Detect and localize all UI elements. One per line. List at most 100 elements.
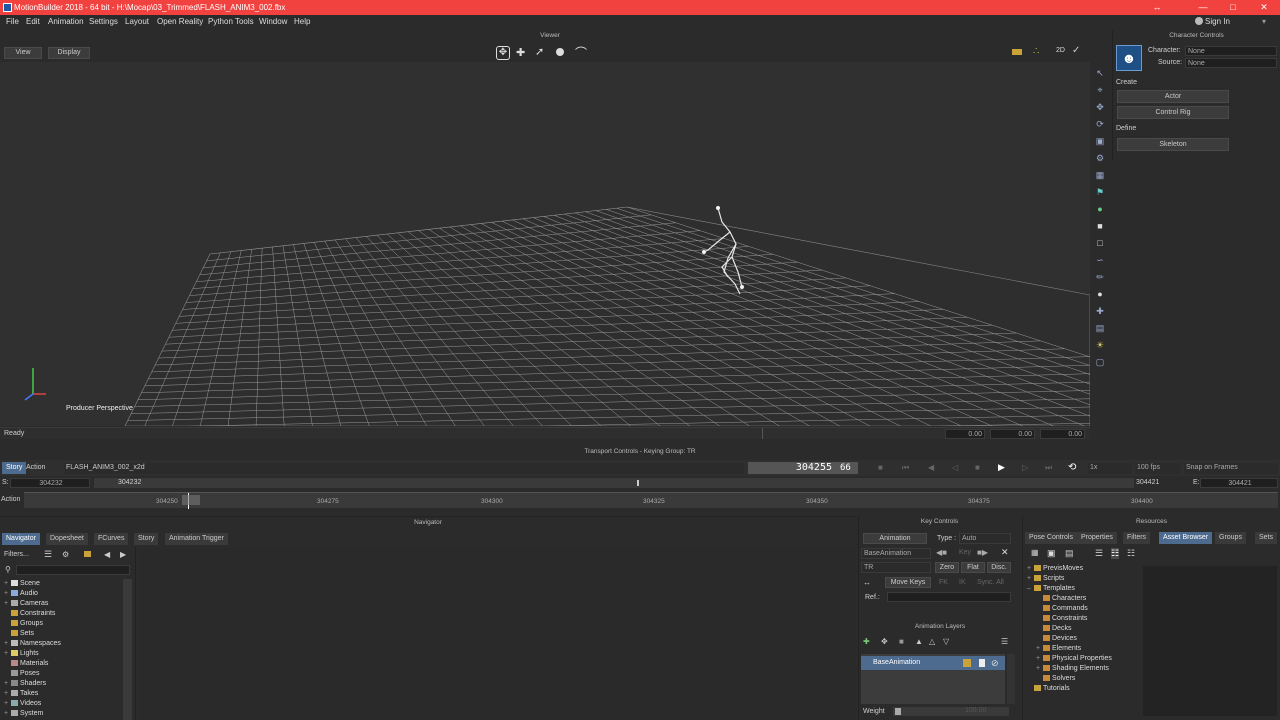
filters-button[interactable]: Filters... xyxy=(4,551,29,558)
camera-icon[interactable]: ▤ xyxy=(1095,323,1105,333)
tree-item-scene[interactable]: + Scene xyxy=(4,579,122,589)
view-menu-button[interactable]: View xyxy=(4,47,42,59)
box-icon[interactable]: □ xyxy=(1095,238,1105,248)
navigator-scrollbar[interactable] xyxy=(123,579,132,720)
sphere-icon[interactable]: ● xyxy=(1095,289,1105,299)
layer-down-icon[interactable]: ▽ xyxy=(943,637,949,646)
scale-icon[interactable]: ▣ xyxy=(1095,136,1105,146)
list-view-icon[interactable]: ☰ xyxy=(1095,548,1103,559)
split-view-icon[interactable]: ▤ xyxy=(1065,548,1074,559)
path-icon[interactable]: ∴ xyxy=(1033,46,1039,57)
actor-button[interactable]: Actor xyxy=(1117,90,1229,103)
range-slider[interactable]: 304232 304421 xyxy=(94,478,1159,488)
filter-icon[interactable]: ⚙ xyxy=(62,550,69,559)
light-icon[interactable]: ☀ xyxy=(1095,340,1105,350)
tree-view-icon[interactable]: ▦ xyxy=(1031,548,1039,557)
arrow-left-icon[interactable]: ◀ xyxy=(104,550,110,559)
minimize-button[interactable]: — xyxy=(1196,1,1210,13)
play-icon[interactable]: ▶ xyxy=(998,462,1005,473)
asset-item-elements[interactable]: + Elements xyxy=(1027,644,1137,654)
asset-item-previsMoves[interactable]: + PrevisMoves xyxy=(1027,564,1137,574)
step-back-icon[interactable]: ◀ xyxy=(928,463,934,472)
keying-group-select[interactable]: TR xyxy=(861,562,931,573)
lock-icon[interactable] xyxy=(963,659,971,667)
layer-menu-icon[interactable]: ☰ xyxy=(1001,637,1008,646)
frame-icon[interactable]: ▢ xyxy=(1095,357,1105,367)
menu-file[interactable]: File xyxy=(6,17,19,26)
asset-item-characters[interactable]: Characters xyxy=(1027,594,1137,604)
navigator-search-input[interactable] xyxy=(16,565,130,575)
asset-item-constraints[interactable]: Constraints xyxy=(1027,614,1137,624)
move-camera-icon[interactable]: ✚ xyxy=(516,46,525,59)
story-tab[interactable]: Story xyxy=(2,462,28,474)
tab-pose-controls[interactable]: Pose Controls xyxy=(1025,532,1078,544)
zero-button[interactable]: Zero xyxy=(935,562,959,573)
translate-icon[interactable]: ⌖ xyxy=(1095,85,1105,95)
next-key-icon[interactable]: ■▶ xyxy=(977,548,988,557)
timeline-track[interactable]: 304250 304275 304300 304325 304350 30437… xyxy=(24,492,1278,509)
key-button[interactable]: Key xyxy=(959,549,971,556)
asset-item-shading-elements[interactable]: + Shading Elements xyxy=(1027,664,1137,674)
tab-dopesheet[interactable]: Dopesheet xyxy=(46,533,89,545)
fps-select[interactable]: 100 fps xyxy=(1135,463,1181,474)
animation-mode-button[interactable]: Animation xyxy=(863,533,927,544)
tree-item-shaders[interactable]: + Shaders xyxy=(4,679,122,689)
dolly-camera-icon[interactable]: ➚ xyxy=(535,45,544,58)
chevron-down-icon[interactable]: ▾ xyxy=(1262,17,1266,26)
menu-layout[interactable]: Layout xyxy=(125,17,149,26)
solo-icon[interactable] xyxy=(979,659,985,667)
tab-asset-browser[interactable]: Asset Browser xyxy=(1159,532,1214,544)
tree-item-groups[interactable]: Groups xyxy=(4,619,122,629)
menu-edit[interactable]: Edit xyxy=(26,17,40,26)
rotate-icon[interactable]: ⟳ xyxy=(1095,119,1105,129)
list-icon[interactable]: ☰ xyxy=(44,549,52,560)
tab-groups[interactable]: Groups xyxy=(1215,532,1247,544)
menu-animation[interactable]: Animation xyxy=(48,17,84,26)
restore-icon[interactable]: ↔ xyxy=(1150,1,1164,13)
viewer-viewport[interactable]: Producer Perspective xyxy=(0,62,1090,426)
display-menu-button[interactable]: Display xyxy=(48,47,90,59)
tree-item-materials[interactable]: Materials xyxy=(4,659,122,669)
start-frame-field[interactable]: 304232 xyxy=(10,478,90,488)
play-back-icon[interactable]: ◁ xyxy=(952,463,958,472)
disc-button[interactable]: Disc. xyxy=(987,562,1011,573)
layer-row[interactable]: BaseAnimation ⊘ xyxy=(861,656,1005,670)
asset-item-physical-properties[interactable]: + Physical Properties xyxy=(1027,654,1137,664)
move-keys-button[interactable]: Move Keys xyxy=(885,577,931,588)
weight-slider-handle[interactable] xyxy=(895,708,901,715)
status-field-3[interactable]: 0.00 xyxy=(1040,429,1085,439)
end-frame-field[interactable]: 304421 xyxy=(1200,478,1278,488)
asset-item-templates[interactable]: – Templates xyxy=(1027,584,1137,594)
record-icon[interactable]: ■ xyxy=(878,463,883,472)
tool-icon[interactable]: ✓ xyxy=(1072,45,1080,56)
curve-icon[interactable]: ∽ xyxy=(1095,255,1105,265)
actor-icon[interactable]: ● xyxy=(1095,204,1105,214)
action-mode-label[interactable]: Action xyxy=(26,464,45,471)
delete-layer-icon[interactable]: ■ xyxy=(899,637,904,646)
delete-key-icon[interactable]: ✕ xyxy=(1001,547,1009,558)
character-select[interactable]: None xyxy=(1185,46,1277,56)
status-field-1[interactable]: 0.00 xyxy=(945,429,985,439)
menu-help[interactable]: Help xyxy=(294,17,310,26)
tree-item-lights[interactable]: + Lights xyxy=(4,649,122,659)
thumbnail-view-icon[interactable]: ☷ xyxy=(1127,548,1135,559)
menu-open-reality[interactable]: Open Reality xyxy=(157,17,203,26)
speed-select[interactable]: 1x xyxy=(1088,463,1132,474)
type-select[interactable]: Auto xyxy=(959,533,1011,544)
tree-item-namespaces[interactable]: + Namespaces xyxy=(4,639,122,649)
asset-item-scripts[interactable]: + Scripts xyxy=(1027,574,1137,584)
ik-button[interactable]: IK xyxy=(959,579,966,586)
close-button[interactable]: ✕ xyxy=(1257,1,1271,13)
tab-filters[interactable]: Filters xyxy=(1123,532,1152,544)
tree-item-audio[interactable]: + Audio xyxy=(4,589,122,599)
move-icon[interactable]: ✥ xyxy=(1095,102,1105,112)
null-icon[interactable]: ✚ xyxy=(1095,306,1105,316)
snap-icon[interactable]: ▦ xyxy=(1095,170,1105,180)
layers-scrollbar[interactable] xyxy=(1007,654,1015,704)
transform-icon[interactable]: ⚙ xyxy=(1095,153,1105,163)
control-rig-button[interactable]: Control Rig xyxy=(1117,106,1229,119)
select-icon[interactable]: ↖ xyxy=(1095,68,1105,78)
zoom-camera-icon[interactable] xyxy=(556,48,564,56)
layer-select[interactable]: BaseAnimation xyxy=(861,548,931,559)
add-layer-icon[interactable]: ✚ xyxy=(863,637,870,646)
